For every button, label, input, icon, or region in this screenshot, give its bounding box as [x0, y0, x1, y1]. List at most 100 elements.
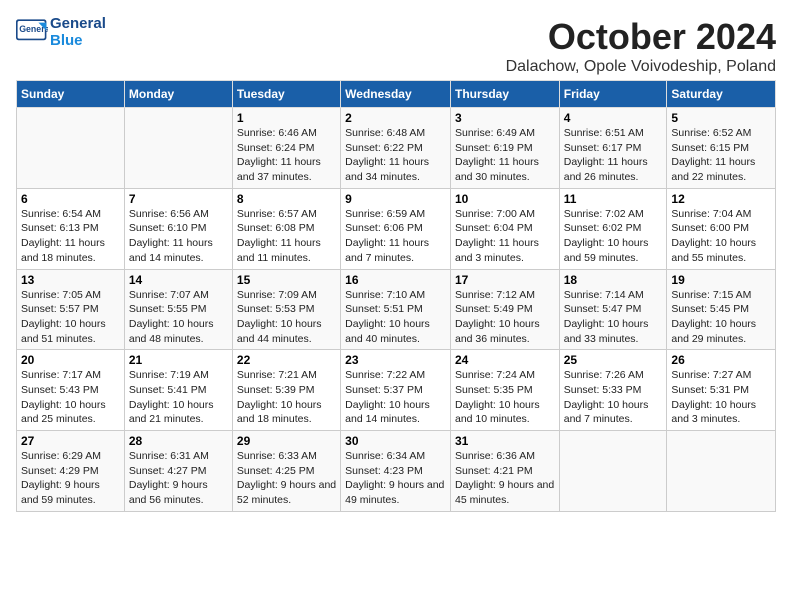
- day-number: 17: [455, 273, 555, 287]
- calendar-cell: 12Sunrise: 7:04 AM Sunset: 6:00 PM Dayli…: [667, 188, 776, 269]
- calendar-cell: 1Sunrise: 6:46 AM Sunset: 6:24 PM Daylig…: [232, 108, 340, 189]
- weekday-header-sunday: Sunday: [17, 81, 125, 108]
- calendar-cell: 25Sunrise: 7:26 AM Sunset: 5:33 PM Dayli…: [559, 350, 667, 431]
- day-info: Sunrise: 7:04 AM Sunset: 6:00 PM Dayligh…: [671, 207, 771, 266]
- day-number: 25: [564, 353, 663, 367]
- day-info: Sunrise: 7:12 AM Sunset: 5:49 PM Dayligh…: [455, 288, 555, 347]
- logo-blue-text: Blue: [50, 32, 83, 49]
- day-info: Sunrise: 6:56 AM Sunset: 6:10 PM Dayligh…: [129, 207, 228, 266]
- day-info: Sunrise: 6:54 AM Sunset: 6:13 PM Dayligh…: [21, 207, 120, 266]
- calendar-cell: 19Sunrise: 7:15 AM Sunset: 5:45 PM Dayli…: [667, 269, 776, 350]
- day-number: 29: [237, 434, 336, 448]
- calendar-cell: 18Sunrise: 7:14 AM Sunset: 5:47 PM Dayli…: [559, 269, 667, 350]
- day-number: 24: [455, 353, 555, 367]
- logo-general-text: General: [50, 15, 106, 32]
- location-subtitle: Dalachow, Opole Voivodeship, Poland: [506, 58, 776, 76]
- logo: General General Blue: [16, 16, 106, 49]
- title-block: October 2024 Dalachow, Opole Voivodeship…: [506, 16, 776, 76]
- day-number: 23: [345, 353, 446, 367]
- day-number: 28: [129, 434, 228, 448]
- calendar-cell: [559, 431, 667, 512]
- day-info: Sunrise: 6:31 AM Sunset: 4:27 PM Dayligh…: [129, 449, 228, 508]
- calendar-cell: 27Sunrise: 6:29 AM Sunset: 4:29 PM Dayli…: [17, 431, 125, 512]
- calendar-cell: 11Sunrise: 7:02 AM Sunset: 6:02 PM Dayli…: [559, 188, 667, 269]
- day-info: Sunrise: 7:02 AM Sunset: 6:02 PM Dayligh…: [564, 207, 663, 266]
- calendar-cell: 6Sunrise: 6:54 AM Sunset: 6:13 PM Daylig…: [17, 188, 125, 269]
- calendar-cell: 14Sunrise: 7:07 AM Sunset: 5:55 PM Dayli…: [124, 269, 232, 350]
- calendar-cell: 22Sunrise: 7:21 AM Sunset: 5:39 PM Dayli…: [232, 350, 340, 431]
- day-info: Sunrise: 7:05 AM Sunset: 5:57 PM Dayligh…: [21, 288, 120, 347]
- calendar-cell: 9Sunrise: 6:59 AM Sunset: 6:06 PM Daylig…: [341, 188, 451, 269]
- calendar-cell: 31Sunrise: 6:36 AM Sunset: 4:21 PM Dayli…: [450, 431, 559, 512]
- calendar-cell: 13Sunrise: 7:05 AM Sunset: 5:57 PM Dayli…: [17, 269, 125, 350]
- calendar-cell: 29Sunrise: 6:33 AM Sunset: 4:25 PM Dayli…: [232, 431, 340, 512]
- day-number: 30: [345, 434, 446, 448]
- day-info: Sunrise: 7:17 AM Sunset: 5:43 PM Dayligh…: [21, 368, 120, 427]
- day-info: Sunrise: 6:57 AM Sunset: 6:08 PM Dayligh…: [237, 207, 336, 266]
- day-number: 11: [564, 192, 663, 206]
- day-info: Sunrise: 6:36 AM Sunset: 4:21 PM Dayligh…: [455, 449, 555, 508]
- day-number: 18: [564, 273, 663, 287]
- calendar-cell: 23Sunrise: 7:22 AM Sunset: 5:37 PM Dayli…: [341, 350, 451, 431]
- day-number: 10: [455, 192, 555, 206]
- calendar-cell: 2Sunrise: 6:48 AM Sunset: 6:22 PM Daylig…: [341, 108, 451, 189]
- day-number: 14: [129, 273, 228, 287]
- weekday-header-friday: Friday: [559, 81, 667, 108]
- day-info: Sunrise: 6:52 AM Sunset: 6:15 PM Dayligh…: [671, 126, 771, 185]
- month-title: October 2024: [506, 16, 776, 58]
- day-number: 8: [237, 192, 336, 206]
- day-number: 21: [129, 353, 228, 367]
- day-number: 27: [21, 434, 120, 448]
- day-number: 1: [237, 111, 336, 125]
- day-info: Sunrise: 6:33 AM Sunset: 4:25 PM Dayligh…: [237, 449, 336, 508]
- day-info: Sunrise: 6:46 AM Sunset: 6:24 PM Dayligh…: [237, 126, 336, 185]
- day-info: Sunrise: 7:24 AM Sunset: 5:35 PM Dayligh…: [455, 368, 555, 427]
- day-number: 26: [671, 353, 771, 367]
- calendar-cell: 7Sunrise: 6:56 AM Sunset: 6:10 PM Daylig…: [124, 188, 232, 269]
- day-info: Sunrise: 7:22 AM Sunset: 5:37 PM Dayligh…: [345, 368, 446, 427]
- calendar-cell: 21Sunrise: 7:19 AM Sunset: 5:41 PM Dayli…: [124, 350, 232, 431]
- day-info: Sunrise: 7:07 AM Sunset: 5:55 PM Dayligh…: [129, 288, 228, 347]
- day-number: 20: [21, 353, 120, 367]
- day-info: Sunrise: 6:29 AM Sunset: 4:29 PM Dayligh…: [21, 449, 120, 508]
- day-info: Sunrise: 7:10 AM Sunset: 5:51 PM Dayligh…: [345, 288, 446, 347]
- day-info: Sunrise: 6:59 AM Sunset: 6:06 PM Dayligh…: [345, 207, 446, 266]
- day-info: Sunrise: 7:27 AM Sunset: 5:31 PM Dayligh…: [671, 368, 771, 427]
- calendar-cell: 30Sunrise: 6:34 AM Sunset: 4:23 PM Dayli…: [341, 431, 451, 512]
- day-number: 4: [564, 111, 663, 125]
- day-number: 9: [345, 192, 446, 206]
- calendar-cell: 28Sunrise: 6:31 AM Sunset: 4:27 PM Dayli…: [124, 431, 232, 512]
- weekday-header-wednesday: Wednesday: [341, 81, 451, 108]
- day-number: 13: [21, 273, 120, 287]
- day-info: Sunrise: 6:34 AM Sunset: 4:23 PM Dayligh…: [345, 449, 446, 508]
- day-info: Sunrise: 7:09 AM Sunset: 5:53 PM Dayligh…: [237, 288, 336, 347]
- day-info: Sunrise: 6:51 AM Sunset: 6:17 PM Dayligh…: [564, 126, 663, 185]
- day-number: 7: [129, 192, 228, 206]
- weekday-header-saturday: Saturday: [667, 81, 776, 108]
- day-info: Sunrise: 7:14 AM Sunset: 5:47 PM Dayligh…: [564, 288, 663, 347]
- calendar-cell: 5Sunrise: 6:52 AM Sunset: 6:15 PM Daylig…: [667, 108, 776, 189]
- day-info: Sunrise: 7:19 AM Sunset: 5:41 PM Dayligh…: [129, 368, 228, 427]
- day-number: 22: [237, 353, 336, 367]
- calendar-cell: 24Sunrise: 7:24 AM Sunset: 5:35 PM Dayli…: [450, 350, 559, 431]
- weekday-header-tuesday: Tuesday: [232, 81, 340, 108]
- calendar-cell: 15Sunrise: 7:09 AM Sunset: 5:53 PM Dayli…: [232, 269, 340, 350]
- day-info: Sunrise: 7:21 AM Sunset: 5:39 PM Dayligh…: [237, 368, 336, 427]
- day-info: Sunrise: 7:15 AM Sunset: 5:45 PM Dayligh…: [671, 288, 771, 347]
- calendar-cell: 8Sunrise: 6:57 AM Sunset: 6:08 PM Daylig…: [232, 188, 340, 269]
- calendar-cell: 4Sunrise: 6:51 AM Sunset: 6:17 PM Daylig…: [559, 108, 667, 189]
- calendar-cell: 16Sunrise: 7:10 AM Sunset: 5:51 PM Dayli…: [341, 269, 451, 350]
- day-number: 31: [455, 434, 555, 448]
- calendar-cell: [124, 108, 232, 189]
- calendar-cell: 20Sunrise: 7:17 AM Sunset: 5:43 PM Dayli…: [17, 350, 125, 431]
- day-number: 6: [21, 192, 120, 206]
- calendar-cell: 17Sunrise: 7:12 AM Sunset: 5:49 PM Dayli…: [450, 269, 559, 350]
- calendar-cell: 10Sunrise: 7:00 AM Sunset: 6:04 PM Dayli…: [450, 188, 559, 269]
- day-info: Sunrise: 6:48 AM Sunset: 6:22 PM Dayligh…: [345, 126, 446, 185]
- day-info: Sunrise: 7:00 AM Sunset: 6:04 PM Dayligh…: [455, 207, 555, 266]
- day-number: 2: [345, 111, 446, 125]
- day-number: 5: [671, 111, 771, 125]
- day-info: Sunrise: 7:26 AM Sunset: 5:33 PM Dayligh…: [564, 368, 663, 427]
- weekday-header-thursday: Thursday: [450, 81, 559, 108]
- calendar-cell: [17, 108, 125, 189]
